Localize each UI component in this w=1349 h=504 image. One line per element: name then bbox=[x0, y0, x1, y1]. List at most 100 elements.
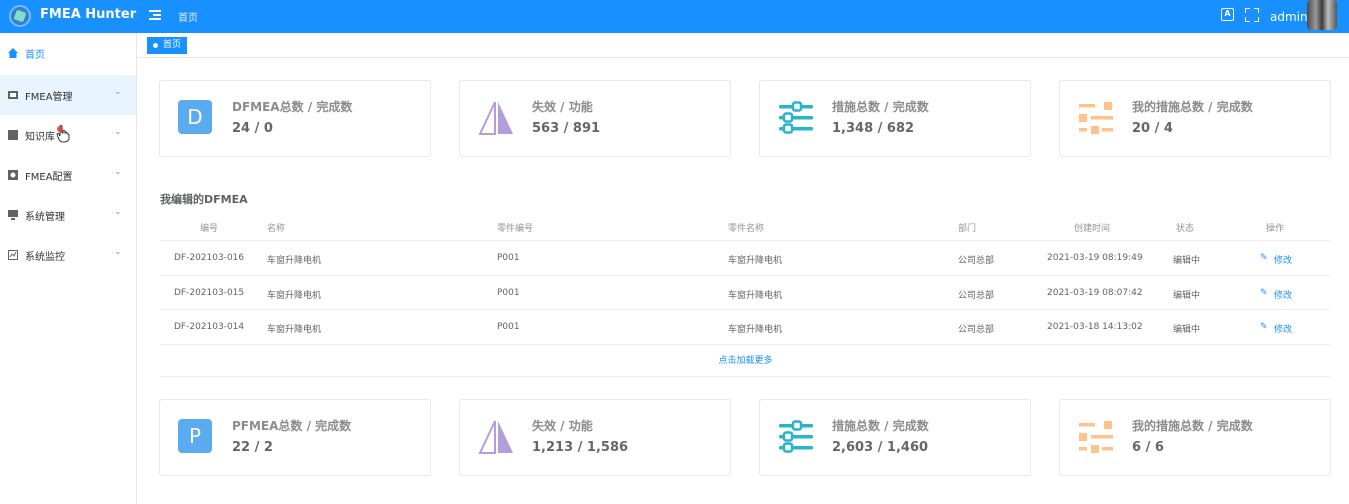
cell-created: 2021-03-19 08:19:49 bbox=[1047, 253, 1143, 263]
table-header: 编号 名称 零件编号 零件名称 部门 创建时间 状态 操作 bbox=[160, 214, 1331, 241]
failure-function-card: 失效 / 功能 563 / 891 bbox=[459, 80, 731, 157]
chevron-down-icon: ⌄ bbox=[114, 247, 122, 257]
column-header: 状态 bbox=[1176, 224, 1195, 234]
sidebar-item-label: 系统监控 bbox=[25, 252, 65, 263]
cell-status: 编辑中 bbox=[1173, 290, 1201, 301]
cell-part-name: 车窗升降电机 bbox=[728, 290, 783, 301]
dfmea-table: 编号 名称 零件编号 零件名称 部门 创建时间 状态 操作 DF-202103-… bbox=[160, 214, 1331, 345]
sidebar-item-system-management[interactable]: 系统管理 ⌄ bbox=[0, 195, 136, 235]
edit-icon[interactable]: ✎ bbox=[1260, 288, 1268, 298]
cell-part-no: P001 bbox=[497, 322, 520, 332]
cell-name: 车窗升降电机 bbox=[267, 256, 322, 266]
card-title: 我的措施总数 / 完成数 bbox=[1132, 100, 1253, 114]
document-icon bbox=[8, 91, 18, 99]
hamburger-icon[interactable] bbox=[149, 9, 161, 21]
card-value: 1,348 / 682 bbox=[832, 121, 915, 136]
card-title: PFMEA总数 / 完成数 bbox=[232, 419, 352, 433]
card-title: 失效 / 功能 bbox=[532, 419, 593, 433]
table-row: DF-202103-016 车窗升降电机 P001 车窗升降电机 公司总部 20… bbox=[160, 241, 1331, 276]
cell-dept: 公司总部 bbox=[958, 256, 995, 266]
column-header: 编号 bbox=[200, 224, 219, 234]
cell-created: 2021-03-18 14:13:02 bbox=[1047, 322, 1143, 332]
breadcrumb[interactable]: 首页 bbox=[178, 9, 198, 24]
sidebar: 首页 FMEA管理 ⌄ 知识库 ⌄ FMEA配置 ⌄ 系统管理 ⌄ 系统监控 ⌄ bbox=[0, 33, 137, 504]
cell-id: DF-202103-014 bbox=[174, 322, 245, 332]
chart-icon bbox=[8, 250, 18, 260]
dfmea-count-card: D DFMEA总数 / 完成数 24 / 0 bbox=[159, 80, 431, 157]
card-title: DFMEA总数 / 完成数 bbox=[232, 100, 353, 114]
sidebar-item-home[interactable]: 首页 bbox=[0, 33, 136, 73]
username[interactable]: admin bbox=[1270, 10, 1308, 24]
column-header: 零件编号 bbox=[497, 224, 534, 234]
sidebar-item-fmea-management[interactable]: FMEA管理 ⌄ bbox=[0, 75, 136, 115]
edit-link[interactable]: 修改 bbox=[1274, 288, 1292, 301]
edit-icon[interactable]: ✎ bbox=[1260, 322, 1268, 332]
cell-id: DF-202103-016 bbox=[174, 253, 245, 263]
sidebar-item-label: 首页 bbox=[25, 50, 45, 61]
measures-count-card: 措施总数 / 完成数 2,603 / 1,460 bbox=[759, 399, 1031, 476]
cell-part-no: P001 bbox=[497, 287, 520, 298]
table-row: DF-202103-015 车窗升降电机 P001 车窗升降电机 公司总部 20… bbox=[160, 276, 1331, 310]
fullscreen-icon[interactable] bbox=[1245, 8, 1259, 22]
sidebar-item-label: FMEA管理 bbox=[25, 92, 73, 103]
sliders-icon bbox=[779, 420, 813, 453]
home-icon bbox=[8, 48, 18, 58]
cell-part-no: P001 bbox=[497, 253, 520, 263]
sliders-icon bbox=[779, 101, 813, 134]
sidebar-item-label: FMEA配置 bbox=[25, 172, 73, 183]
triangle-icon bbox=[478, 420, 513, 454]
cell-dept: 公司总部 bbox=[958, 325, 995, 335]
list-icon bbox=[1079, 421, 1113, 453]
avatar[interactable] bbox=[1307, 0, 1337, 30]
top-navbar: FMEA Hunter 首页 A admin bbox=[0, 0, 1349, 33]
card-value: 1,213 / 1,586 bbox=[532, 440, 629, 455]
cell-part-name: 车窗升降电机 bbox=[728, 325, 783, 335]
edit-icon[interactable]: ✎ bbox=[1260, 253, 1268, 263]
card-value: 563 / 891 bbox=[532, 121, 601, 136]
sidebar-item-system-monitor[interactable]: 系统监控 ⌄ bbox=[0, 235, 136, 275]
column-header: 零件名称 bbox=[728, 224, 765, 234]
letter-p-icon: P bbox=[178, 419, 214, 455]
my-measures-card: 我的措施总数 / 完成数 20 / 4 bbox=[1059, 80, 1331, 157]
book-icon bbox=[8, 130, 18, 140]
card-value: 20 / 4 bbox=[1132, 121, 1173, 136]
column-header: 名称 bbox=[267, 224, 286, 234]
measures-count-card: 措施总数 / 完成数 1,348 / 682 bbox=[759, 80, 1031, 157]
table-row: DF-202103-014 车窗升降电机 P001 车窗升降电机 公司总部 20… bbox=[160, 310, 1331, 345]
language-icon[interactable]: A bbox=[1221, 8, 1234, 21]
cell-created: 2021-03-19 08:07:42 bbox=[1047, 287, 1143, 298]
hand-cursor-icon bbox=[56, 125, 70, 143]
card-title: 我的措施总数 / 完成数 bbox=[1132, 419, 1253, 433]
column-header: 创建时间 bbox=[1074, 224, 1111, 234]
card-value: 2,603 / 1,460 bbox=[832, 440, 929, 455]
cell-dept: 公司总部 bbox=[958, 290, 995, 301]
pfmea-count-card: P PFMEA总数 / 完成数 22 / 2 bbox=[159, 399, 431, 476]
app-logo bbox=[9, 5, 31, 27]
sidebar-item-label: 系统管理 bbox=[25, 212, 65, 223]
column-header: 操作 bbox=[1266, 224, 1285, 234]
cell-name: 车窗升降电机 bbox=[267, 325, 322, 335]
card-value: 6 / 6 bbox=[1132, 440, 1164, 455]
letter-d-icon: D bbox=[178, 100, 214, 136]
card-value: 22 / 2 bbox=[232, 440, 273, 455]
chevron-down-icon: ⌄ bbox=[114, 87, 122, 97]
cell-status: 编辑中 bbox=[1173, 325, 1201, 335]
column-header: 部门 bbox=[958, 224, 977, 234]
tag-home[interactable]: 首页 bbox=[147, 37, 188, 54]
edit-link[interactable]: 修改 bbox=[1274, 253, 1292, 266]
cell-id: DF-202103-015 bbox=[174, 287, 245, 298]
triangle-icon bbox=[478, 101, 513, 135]
chevron-down-icon: ⌄ bbox=[114, 167, 122, 177]
sidebar-item-fmea-config[interactable]: FMEA配置 ⌄ bbox=[0, 155, 136, 195]
app-title: FMEA Hunter bbox=[40, 7, 137, 22]
failure-function-card: 失效 / 功能 1,213 / 1,586 bbox=[459, 399, 731, 476]
chevron-down-icon: ⌄ bbox=[114, 127, 122, 137]
card-title: 措施总数 / 完成数 bbox=[832, 100, 929, 114]
load-more-link[interactable]: 点击加载更多 bbox=[160, 347, 1331, 377]
section-title: 我编辑的DFMEA bbox=[160, 193, 248, 206]
chevron-down-icon: ⌄ bbox=[114, 207, 122, 217]
monitor-icon bbox=[8, 210, 18, 220]
card-title: 失效 / 功能 bbox=[532, 100, 593, 114]
cell-status: 编辑中 bbox=[1173, 256, 1201, 266]
edit-link[interactable]: 修改 bbox=[1274, 322, 1292, 335]
